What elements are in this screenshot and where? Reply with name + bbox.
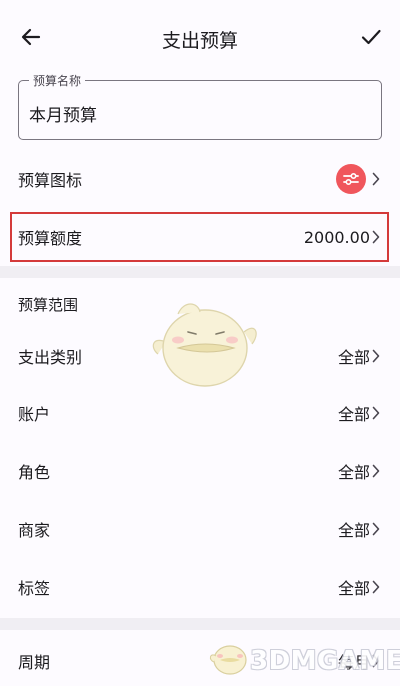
scope-item-label: 商家: [18, 521, 51, 540]
save-button[interactable]: [354, 22, 388, 56]
budget-amount-label: 预算额度: [18, 229, 83, 248]
section-divider: [0, 618, 400, 630]
scope-item-label: 账户: [18, 405, 51, 424]
scope-item-label: 标签: [18, 579, 51, 598]
budget-amount-row[interactable]: 预算额度 2000.00: [0, 210, 400, 264]
section-divider: [0, 266, 400, 278]
scope-section-title: 预算范围: [18, 296, 79, 314]
chevron-right-icon: [372, 522, 382, 536]
scope-item-value: 全部: [337, 579, 370, 598]
chevron-right-icon: [372, 406, 382, 420]
budget-page: 支出预算 预算名称 本月预算 预算图标 预算额度 2000.00 预算范围 支出…: [0, 0, 400, 686]
sliders-icon: [336, 164, 366, 194]
scope-item-account[interactable]: 账户 全部: [0, 386, 400, 440]
scope-item-merchant[interactable]: 商家 全部: [0, 502, 400, 556]
budget-name-value[interactable]: 本月预算: [29, 101, 97, 126]
watermark-mascot-icon: [206, 634, 250, 682]
scope-item-tag[interactable]: 标签 全部: [0, 560, 400, 614]
scope-item-label: 支出类别: [18, 348, 83, 367]
scope-item-value: 全部: [337, 405, 370, 424]
budget-name-legend: 预算名称: [29, 72, 86, 89]
budget-icon-row[interactable]: 预算图标: [0, 152, 400, 206]
watermark-text: 3DMGAME: [250, 646, 400, 676]
chevron-right-icon: [372, 172, 382, 186]
scope-item-value: 全部: [337, 463, 370, 482]
page-title: 支出预算: [161, 30, 238, 52]
scope-item-label: 角色: [18, 463, 51, 482]
scope-item-value: 全部: [337, 521, 370, 540]
chevron-right-icon: [372, 464, 382, 478]
budget-amount-value: 2000.00: [303, 227, 370, 247]
top-app-bar: 支出预算: [0, 0, 400, 76]
budget-name-field[interactable]: 预算名称 本月预算: [18, 72, 382, 140]
period-label: 周期: [18, 653, 51, 672]
mascot-watermark-image: [148, 296, 262, 390]
chevron-right-icon: [372, 230, 382, 244]
scope-item-role[interactable]: 角色 全部: [0, 444, 400, 498]
chevron-right-icon: [372, 580, 382, 594]
chevron-right-icon: [372, 349, 382, 363]
budget-icon-label: 预算图标: [18, 171, 83, 190]
site-watermark: 3DMGAME: [206, 634, 400, 682]
scope-item-value: 全部: [337, 348, 370, 367]
check-icon: [360, 26, 382, 52]
